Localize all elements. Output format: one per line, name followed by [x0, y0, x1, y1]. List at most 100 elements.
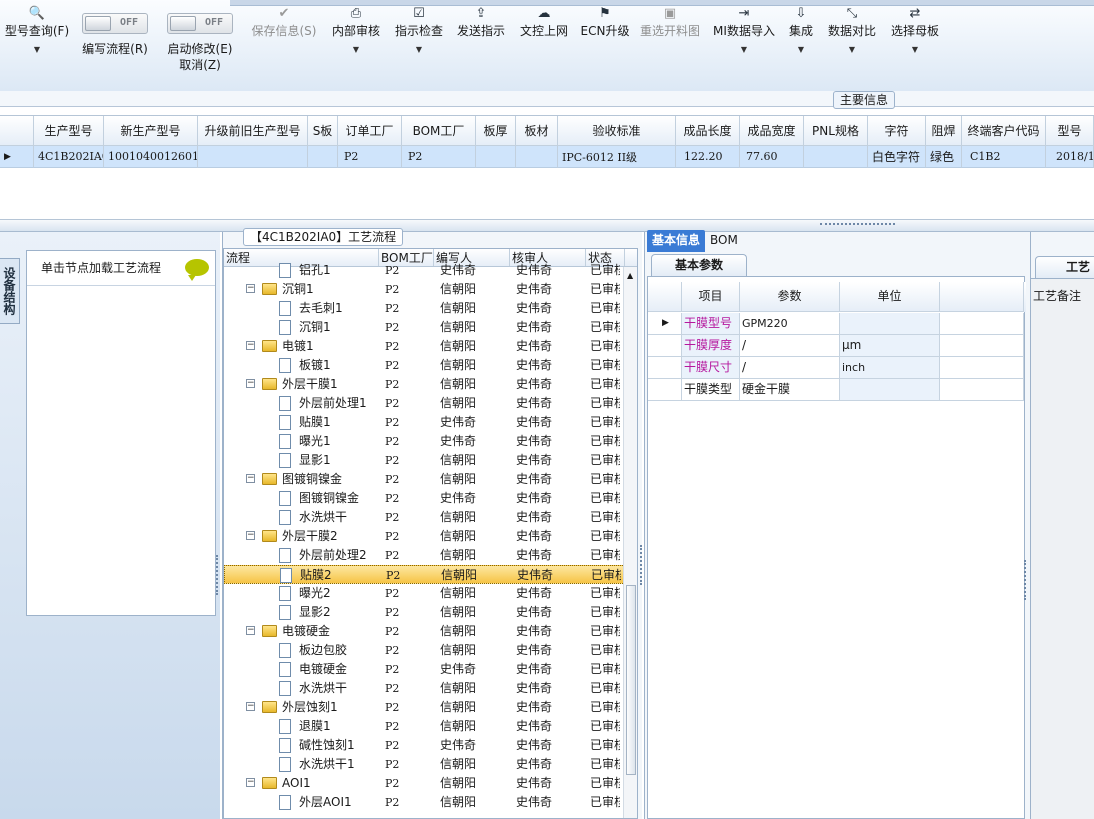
ecn-upgrade-button[interactable]: ⚑ ECN升级 [580, 6, 630, 40]
cell-author[interactable]: 信朝阳 [434, 755, 510, 774]
tree-row[interactable]: 水洗烘干 P2信朝阳史伟奇已审核 [224, 508, 637, 527]
cell-reviewer[interactable]: 史伟奇 [510, 508, 586, 527]
cell-solder-mask[interactable]: 绿色 [926, 146, 962, 168]
cell-author[interactable]: 史伟奇 [434, 489, 510, 508]
cell-author[interactable]: 信朝阳 [434, 299, 510, 318]
tree-row[interactable]: 贴膜1P2史伟奇史伟奇已审核 [224, 413, 637, 432]
cell-unit[interactable]: inch [840, 357, 940, 379]
tree-row[interactable]: 电镀硬金P2史伟奇史伟奇已审核 [224, 660, 637, 679]
cell-status[interactable]: 已审核 [586, 432, 620, 451]
cell-bom-factory[interactable]: P2 [379, 470, 434, 489]
cell-acceptance-standard[interactable]: IPC-6012 II级 [558, 146, 676, 168]
cell-order-factory[interactable]: P2 [338, 146, 402, 168]
cell-status[interactable]: 已审核 [586, 698, 620, 717]
cell-author[interactable]: 信朝阳 [434, 622, 510, 641]
chevron-down-icon[interactable]: ▼ [786, 45, 816, 54]
cell-item[interactable]: 干膜类型 [682, 379, 740, 401]
tree-row[interactable]: 沉铜1 P2信朝阳史伟奇已审核 [224, 318, 637, 337]
tree-node[interactable]: − 电镀硬金 [224, 622, 379, 641]
cell-reviewer[interactable]: 史伟奇 [510, 337, 586, 356]
collapse-toggle-icon[interactable]: − [246, 778, 255, 787]
column-header[interactable]: S板 [308, 116, 338, 146]
tree-node[interactable]: 碱性蚀刻1 [224, 736, 379, 755]
cell-reviewer[interactable]: 史伟奇 [510, 546, 586, 565]
tree-node[interactable]: 外层前处理1 [224, 394, 379, 413]
column-header[interactable]: 成品宽度 [740, 116, 804, 146]
cell-reviewer[interactable]: 史伟奇 [510, 603, 586, 622]
table-row[interactable]: ▶ 4C1B202IA0 10010400126012 P2 P2 IPC-60… [0, 146, 1094, 168]
cell-new-model[interactable]: 10010400126012 [104, 146, 198, 168]
cell-status[interactable]: 已审核 [586, 356, 620, 375]
column-header[interactable]: 型号 [1046, 116, 1094, 146]
cell-author[interactable]: 信朝阳 [434, 394, 510, 413]
cell-bom-factory[interactable]: P2 [379, 793, 434, 812]
tree-node[interactable]: 退膜1 [224, 717, 379, 736]
column-header[interactable]: 生产型号 [34, 116, 104, 146]
cell-status[interactable]: 已审核 [586, 489, 620, 508]
mi-import-button[interactable]: ⇥ MI数据导入 ▼ [711, 6, 777, 54]
column-header[interactable]: PNL规格 [804, 116, 868, 146]
tab-basic-info[interactable]: 基本信息 [647, 230, 706, 252]
cell-bom-factory[interactable]: P2 [379, 698, 434, 717]
edit-flow-switch[interactable]: OFF [82, 13, 148, 34]
cell-param[interactable]: 硬金干膜 [740, 379, 840, 401]
tree-node[interactable]: 板镀1 [224, 356, 379, 375]
cell-reviewer[interactable]: 史伟奇 [510, 413, 586, 432]
cell-status[interactable]: 已审核 [586, 527, 620, 546]
cell-author[interactable]: 信朝阳 [434, 679, 510, 698]
cell-reviewer[interactable]: 史伟奇 [510, 470, 586, 489]
tab-basic-params[interactable]: 基本参数 [651, 254, 747, 276]
column-header[interactable]: 终端客户代码 [962, 116, 1046, 146]
cell-reviewer[interactable]: 史伟奇 [510, 717, 586, 736]
tree-row[interactable]: − 外层蚀刻1 P2信朝阳史伟奇已审核 [224, 698, 637, 717]
cell-status[interactable]: 已审核 [586, 774, 620, 793]
cell-status[interactable]: 已审核 [586, 261, 620, 280]
cell-author[interactable]: 信朝阳 [434, 527, 510, 546]
cell-bom-factory[interactable]: P2 [379, 489, 434, 508]
cell-status[interactable]: 已审核 [586, 451, 620, 470]
cell-reviewer[interactable]: 史伟奇 [510, 299, 586, 318]
table-row[interactable]: ▶ 干膜型号 GPM220 [648, 313, 1026, 335]
cell-author[interactable]: 信朝阳 [434, 546, 510, 565]
cell-bom-factory[interactable]: P2 [379, 660, 434, 679]
tree-node[interactable]: 电镀硬金 [224, 660, 379, 679]
tree-node[interactable]: 贴膜1 [224, 413, 379, 432]
cell-author[interactable]: 信朝阳 [434, 793, 510, 812]
chevron-down-icon[interactable]: ▼ [330, 45, 382, 54]
cell-author[interactable]: 信朝阳 [434, 280, 510, 299]
cell-author[interactable]: 信朝阳 [434, 717, 510, 736]
collapse-toggle-icon[interactable]: − [246, 284, 255, 293]
save-info-button[interactable]: ✔ 保存信息(S) [248, 6, 320, 40]
start-modify-switch[interactable]: OFF [167, 13, 233, 34]
cell-reviewer[interactable]: 史伟奇 [510, 793, 586, 812]
collapse-toggle-icon[interactable]: − [246, 626, 255, 635]
cell-width[interactable]: 77.60 [740, 146, 804, 168]
tree-node[interactable]: 外层AOI1 [224, 793, 379, 812]
cell-model[interactable]: 4C1B202IA0 [34, 146, 104, 168]
tree-row[interactable]: 外层前处理1 P2信朝阳史伟奇已审核 [224, 394, 637, 413]
cell-material[interactable] [516, 146, 558, 168]
cell-status[interactable]: 已审核 [586, 413, 620, 432]
cell-status[interactable]: 已审核 [586, 508, 620, 527]
cell-reviewer[interactable]: 史伟奇 [510, 584, 586, 603]
tree-row[interactable]: 曝光1P2史伟奇史伟奇已审核 [224, 432, 637, 451]
tree-row[interactable]: 板边包胶 P2信朝阳史伟奇已审核 [224, 641, 637, 660]
cell-bom-factory[interactable]: P2 [379, 603, 434, 622]
column-header[interactable]: 新生产型号 [104, 116, 198, 146]
cell-param[interactable]: / [740, 335, 840, 357]
select-master-button[interactable]: ⇄ 选择母板 ▼ [889, 6, 941, 54]
tree-node[interactable]: − AOI1 [224, 774, 379, 793]
tree-row[interactable]: − 外层干膜2 P2信朝阳史伟奇已审核 [224, 527, 637, 546]
cell-author[interactable]: 信朝阳 [434, 603, 510, 622]
cell-author[interactable]: 信朝阳 [434, 698, 510, 717]
reselect-drawing-button[interactable]: ▣ 重选开料图 [638, 6, 702, 40]
cell-unit[interactable]: μm [840, 335, 940, 357]
collapse-toggle-icon[interactable]: − [246, 341, 255, 350]
tree-row[interactable]: − 电镀1 P2信朝阳史伟奇已审核 [224, 337, 637, 356]
tree-node[interactable]: 显影1 [224, 451, 379, 470]
tree-row[interactable]: − 电镀硬金 P2信朝阳史伟奇已审核 [224, 622, 637, 641]
tree-row[interactable]: 图镀铜镍金P2史伟奇史伟奇已审核 [224, 489, 637, 508]
column-header[interactable]: 升级前旧生产型号 [198, 116, 308, 146]
chevron-down-icon[interactable]: ▼ [711, 45, 777, 54]
cell-bom-factory[interactable]: P2 [379, 717, 434, 736]
